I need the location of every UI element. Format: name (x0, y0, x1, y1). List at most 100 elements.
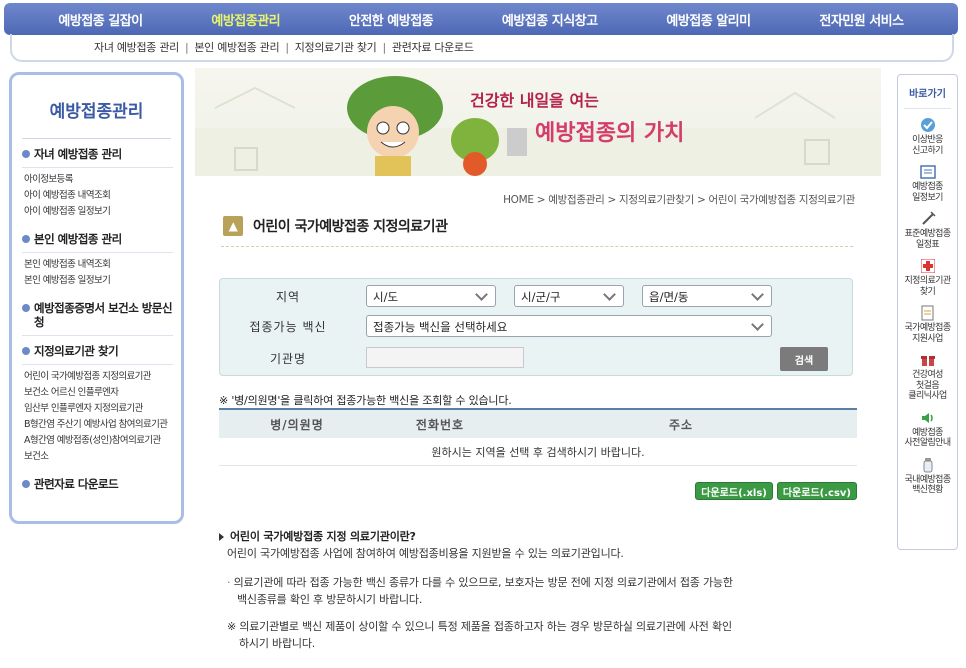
quick-link-adverse-report[interactable]: 이상반응 신고하기 (898, 117, 957, 156)
breadcrumb-current: 어린이 국가예방접종 지정의료기관 (708, 194, 856, 206)
sidebar-section-find-clinic[interactable]: 지정의료기관 찾기 (22, 336, 173, 365)
sigungu-select[interactable]: 시/군/구 (514, 285, 624, 307)
sidebar-item-elder-flu[interactable]: 보건소 어르신 인플루엔자 (24, 385, 181, 401)
sidebar-section-label: 자녀 예방접종 관리 (34, 147, 122, 161)
sido-select[interactable]: 시/도 (366, 285, 496, 307)
top-navigation: 예방접종 길잡이 예방접종관리 안전한 예방접종 예방접종 지식창고 예방접종 … (4, 3, 958, 35)
page-title-text: 어린이 국가예방접종 지정의료기관 (253, 219, 448, 235)
sidebar-section-child[interactable]: 자녀 예방접종 관리 (22, 139, 173, 168)
bullet-icon (22, 235, 30, 243)
quick-link-label: 예방접종 (912, 427, 943, 438)
empty-message: 원하시는 지역을 선택 후 검색하시기 바랍니다. (431, 445, 645, 459)
download-buttons: 다운로드(.xls) 다운로드(.csv) (695, 482, 857, 500)
topnav-item-alert[interactable]: 예방접종 알리미 (666, 10, 751, 29)
breadcrumb-find-clinic[interactable]: 지정의료기관찾기 (619, 194, 694, 206)
sidebar-item-child-clinic[interactable]: 어린이 국가예방접종 지정의료기관 (24, 369, 181, 385)
separator: | (184, 40, 189, 54)
quick-link-label: 지원사업 (912, 333, 943, 344)
sidebar-title: 예방접종관리 (22, 97, 171, 139)
org-label: 기관명 (269, 351, 307, 366)
info-heading-text: 어린이 국가예방접종 지정 의료기관이란? (230, 530, 416, 543)
download-xls-button[interactable]: 다운로드(.xls) (695, 482, 773, 500)
sidebar-item-self-history[interactable]: 본인 예방접종 내역조회 (24, 257, 181, 273)
sub-navigation: 자녀 예방접종 관리 | 본인 예방접종 관리 | 지정의료기관 찾기 | 관련자료 … (10, 34, 954, 62)
bullet-icon (22, 480, 30, 488)
sidebar-section-label: 관련자료 다운로드 (34, 477, 119, 491)
download-csv-button[interactable]: 다운로드(.csv) (776, 482, 857, 500)
chevron-down-icon (751, 320, 765, 332)
breadcrumb-management[interactable]: 예방접종관리 (548, 194, 604, 206)
separator: | (382, 40, 386, 54)
sidebar-section-self[interactable]: 본인 예방접종 관리 (22, 224, 173, 253)
quick-link-label: 백신현황 (912, 485, 943, 495)
subnav-item-downloads[interactable]: 관련자료 다운로드 (392, 39, 474, 55)
chevron-down-icon (603, 290, 617, 302)
info-note-line-2: 하시기 바랍니다. (239, 637, 316, 650)
sidebar-section-downloads[interactable]: 관련자료 다운로드 (22, 469, 173, 497)
search-button[interactable]: 검색 (780, 347, 828, 371)
sidebar-section-label: 본인 예방접종 관리 (34, 232, 122, 246)
sidebar-item-hepb[interactable]: B형간염 주산기 예방사업 참여의료기관 (24, 417, 181, 433)
topnav-item-civil-service[interactable]: 전자민원 서비스 (819, 10, 904, 29)
quick-link-label: 일정보기 (912, 192, 943, 203)
quick-link-label: 사전알림안내 (904, 438, 951, 448)
quick-link-women-clinic[interactable]: 건강여성 첫걸음 클리닉사업 (898, 352, 957, 402)
sidebar-section-certificate[interactable]: 예방접종증명서 보건소 방문신청 (22, 293, 173, 336)
org-name-input[interactable] (366, 347, 524, 368)
vaccine-select[interactable]: 접종가능 백신을 선택하세요 (366, 315, 772, 337)
quick-link-label: 신고하기 (912, 145, 943, 156)
quick-link-label: 이상반응 (912, 135, 943, 145)
breadcrumb-home[interactable]: HOME (503, 194, 534, 206)
banner-slogan-2: 예방접종의 가치 (535, 121, 684, 146)
quick-link-support-program[interactable]: 국가예방접종 지원사업 (898, 305, 957, 344)
quick-link-find-clinic[interactable]: 지정의료기관 찾기 (898, 258, 957, 297)
check-circle-icon (919, 117, 937, 133)
sidebar-section-label: 지정의료기관 찾기 (34, 344, 119, 358)
eupmyeondong-select[interactable]: 읍/면/동 (642, 285, 772, 307)
quick-link-schedule[interactable]: 예방접종 일정보기 (898, 164, 957, 203)
table-row: 원하시는 지역을 선택 후 검색하시기 바랍니다. (219, 438, 857, 466)
topnav-item-safety[interactable]: 안전한 예방접종 (349, 10, 434, 29)
bullet-icon (22, 304, 30, 312)
quick-link-label: 지정의료기관 (904, 276, 951, 286)
subnav-item-self[interactable]: 본인 예방접종 관리 (194, 39, 279, 55)
bullet-icon (22, 347, 30, 355)
quick-link-standard-schedule[interactable]: 표준예방접종 일정표 (898, 211, 957, 250)
quick-link-pre-alert[interactable]: 예방접종 사전알림안내 (898, 410, 957, 449)
sidebar-item-pregnant-flu[interactable]: 임산부 인플루엔자 지정의료기관 (24, 401, 181, 417)
triangle-bullet-icon (219, 532, 224, 541)
speaker-icon (919, 410, 937, 426)
org-row: 기관명 (220, 345, 852, 371)
vaccine-label: 접종가능 백신 (249, 319, 327, 334)
sidebar-item-child-register[interactable]: 아이정보등록 (24, 172, 181, 188)
gift-icon (919, 352, 937, 368)
main-content: HOME > 예방접종관리 > 지정의료기관찾기 > 어린이 국가예방접종 지정… (197, 176, 879, 668)
topnav-item-management[interactable]: 예방접종관리 (211, 10, 280, 29)
topnav-item-guide[interactable]: 예방접종 길잡이 (58, 10, 143, 29)
notice-text: ※ '병/의원명'을 클릭하여 접종가능한 백신을 조회할 수 있습니다. (219, 394, 512, 407)
col-address: 주소 (668, 417, 694, 432)
quick-link-label: 예방접종 (912, 182, 943, 192)
quick-link-label: 국내예방접종 (904, 474, 951, 485)
quick-link-label: 국가예방접종 (904, 323, 951, 333)
quick-link-label: 찾기 (919, 286, 936, 297)
subnav-item-child[interactable]: 자녀 예방접종 관리 (94, 39, 179, 55)
vial-icon (919, 457, 937, 473)
sidebar-item-health-center[interactable]: 보건소 (24, 449, 181, 465)
syringe-icon (919, 211, 937, 227)
sidebar-item-self-schedule[interactable]: 본인 예방접종 일정보기 (24, 273, 181, 289)
subnav-item-find-clinic[interactable]: 지정의료기관 찾기 (295, 39, 377, 55)
quick-link-vaccine-status[interactable]: 국내예방접종 백신현황 (898, 457, 957, 496)
table-header: 병/의원명 전화번호 주소 (219, 408, 857, 438)
divider (221, 246, 853, 247)
chevron-down-icon (475, 290, 489, 302)
topnav-item-knowledge[interactable]: 예방접종 지식창고 (502, 10, 598, 29)
info-section: 어린이 국가예방접종 지정 의료기관이란? 어린이 국가예방접종 사업에 참여하… (219, 528, 859, 652)
sidebar-item-hepa[interactable]: A형간염 예방접종(성인)참여의료기관 (24, 433, 181, 449)
page-title: ▲ 어린이 국가예방접종 지정의료기관 (223, 216, 448, 236)
quick-link-label: 표준예방접종 (904, 229, 951, 239)
document-icon (919, 305, 937, 321)
banner-illustration: 건강한 내일을 여는 예방접종의 가치 (195, 76, 881, 176)
sidebar-item-child-history[interactable]: 아이 예방접종 내역조회 (24, 188, 181, 204)
sidebar-item-child-schedule[interactable]: 아이 예방접종 일정보기 (24, 204, 181, 220)
